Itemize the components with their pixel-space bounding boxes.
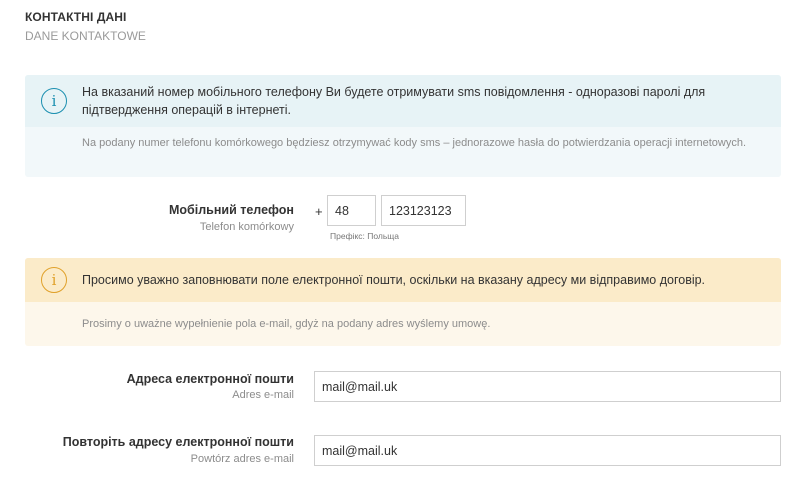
phone-notice-text-pl: Na podany numer telefonu komórkowego będ… bbox=[82, 137, 747, 149]
email-notice-text-pl: Prosimy o uważne wypełnienie pola e-mail… bbox=[82, 318, 491, 330]
email-repeat-label: Повторіть адресу електронної пошти bbox=[62, 435, 294, 449]
info-icon: i bbox=[41, 267, 67, 293]
phone-prefix-input[interactable] bbox=[327, 195, 376, 226]
email-input[interactable] bbox=[314, 371, 781, 402]
phone-notice-text-ua: На вказаний номер мобільного телефону Ви… bbox=[82, 85, 706, 117]
email-notice-main: i Просимо уважно заповнювати поле електр… bbox=[25, 258, 781, 302]
section-title: КОНТАКТНІ ДАНІ bbox=[25, 10, 127, 24]
phone-notice-main: i На вказаний номер мобільного телефону … bbox=[25, 75, 781, 127]
phone-number-input[interactable] bbox=[381, 195, 466, 226]
email-notice-text-ua: Просимо уважно заповнювати поле електрон… bbox=[82, 273, 706, 287]
section-subtitle: DANE KONTAKTOWE bbox=[25, 29, 146, 43]
phone-label-pl: Telefon komórkowy bbox=[199, 221, 294, 233]
phone-prefix-hint: Префікс: Польща bbox=[330, 231, 399, 241]
phone-notice: i На вказаний номер мобільного телефону … bbox=[25, 75, 781, 177]
email-notice: i Просимо уважно заповнювати поле електр… bbox=[25, 258, 781, 346]
email-repeat-input[interactable] bbox=[314, 435, 781, 466]
email-label-pl: Adres e-mail bbox=[232, 389, 294, 401]
info-icon: i bbox=[41, 88, 67, 114]
email-label: Адреса електронної пошти bbox=[126, 372, 294, 386]
phone-label: Мобільний телефон bbox=[168, 203, 294, 217]
email-repeat-label-pl: Powtórz adres e-mail bbox=[190, 453, 294, 465]
phone-plus-sign: + bbox=[315, 204, 323, 219]
